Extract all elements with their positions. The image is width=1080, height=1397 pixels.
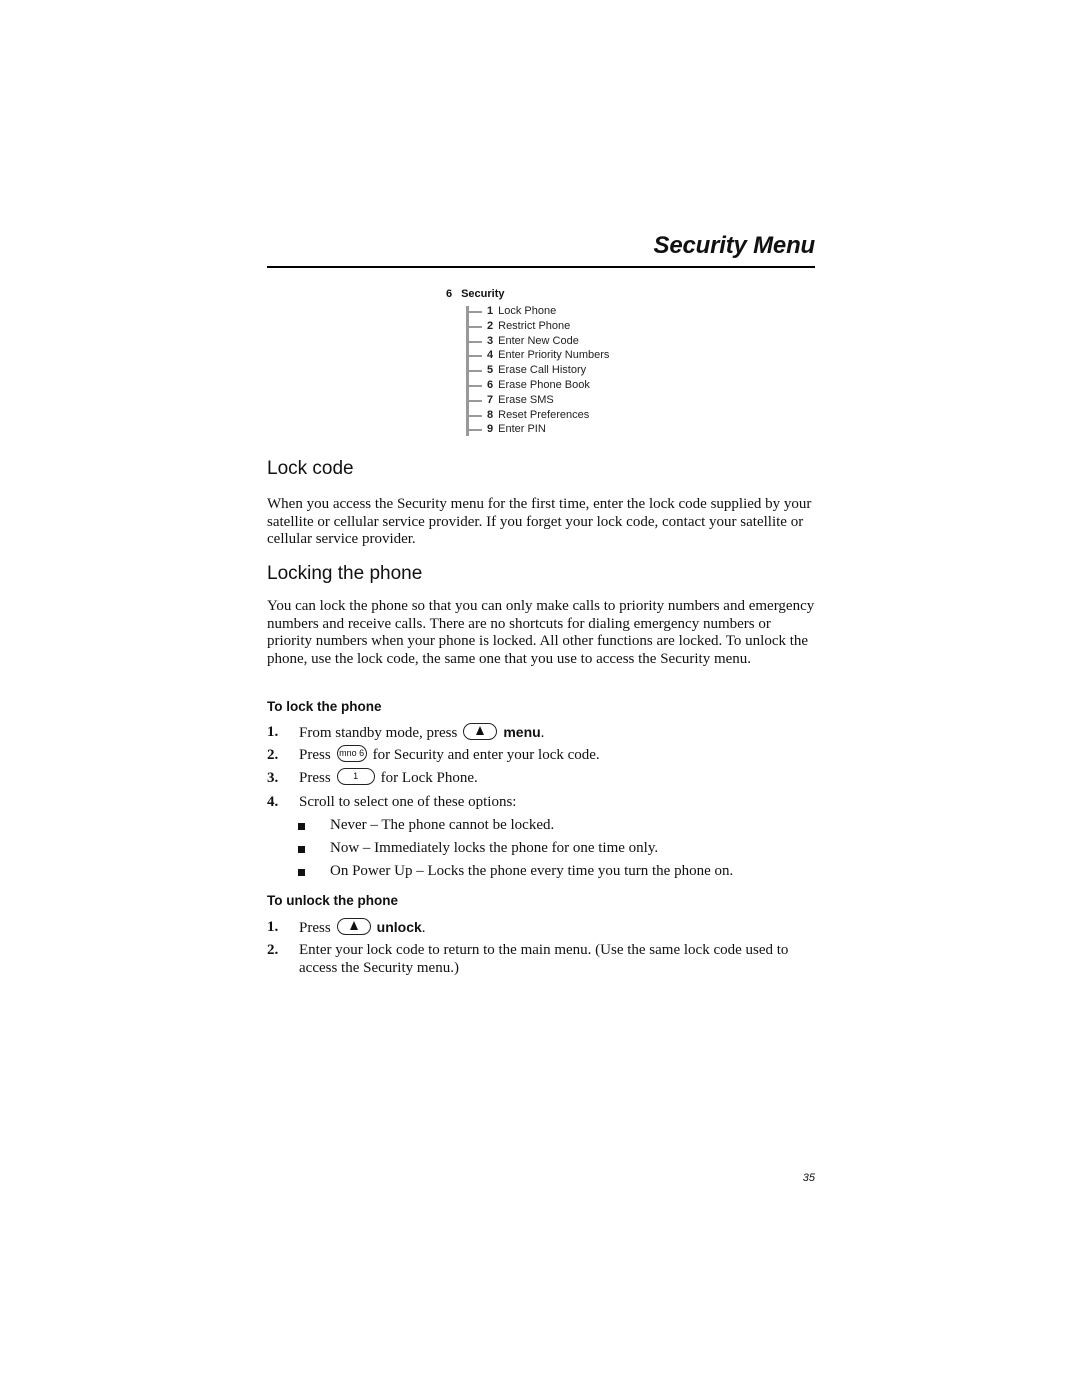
title-rule <box>267 266 815 268</box>
tree-item: 6 Erase Phone Book <box>466 378 609 393</box>
tree-item: 9 Enter PIN <box>466 422 609 437</box>
tree-item-label: Erase Call History <box>498 364 587 377</box>
tree-root: 6 Security <box>446 288 609 300</box>
tree-item-label: Lock Phone <box>498 305 557 317</box>
step-text: Press <box>299 920 331 936</box>
option-text: On Power Up – Locks the phone every time… <box>330 863 734 879</box>
step-text: Press <box>299 770 331 786</box>
tree-item-label: Reset Preferences <box>498 408 590 421</box>
tree-item-label: Erase Phone Book <box>498 378 590 391</box>
step-text: Scroll to select one of these options: <box>299 794 517 810</box>
tree-item: 4 Enter Priority Numbers <box>466 348 609 363</box>
tree-item-label: Enter PIN <box>498 423 546 436</box>
lock-step-1: 1. From standby mode, press menu. <box>267 723 827 743</box>
unlock-step-1: 1. Press unlock. <box>267 918 827 938</box>
locking-paragraph: You can lock the phone so that you can o… <box>267 598 815 667</box>
tree-branch <box>466 414 482 417</box>
tree-item-number: 7 <box>487 393 494 406</box>
tree-item-number: 3 <box>487 334 494 347</box>
lock-step-2: 2. Press mno 6 for Security and enter your… <box>267 745 827 765</box>
to-unlock-heading: To unlock the phone <box>267 893 398 908</box>
tree-item-number: 4 <box>487 349 494 362</box>
tree-branch <box>466 384 482 387</box>
tree-item-number: 2 <box>487 319 494 332</box>
step-text: . <box>421 920 426 936</box>
security-menu-tree: 6 Security 1 Lock Phone 2 Restrict Phone 3… <box>446 288 609 437</box>
tree-item-label: Enter New Code <box>498 334 579 347</box>
step-text: Press <box>299 747 331 763</box>
tree-branch <box>466 355 482 358</box>
tree-item-number: 6 <box>487 378 494 391</box>
nav-up-key-icon <box>336 918 371 936</box>
tree-item-number: 1 <box>487 305 494 317</box>
step-text: for Security and enter your lock code. <box>372 747 600 763</box>
option-never: Never – The phone cannot be locked. <box>298 817 838 835</box>
tree-branch <box>466 399 482 402</box>
tree-root-label: Security <box>461 288 505 300</box>
option-text: Now – Immediately locks the phone for on… <box>330 840 659 856</box>
unlock-step-2: 2. Enter your lock code to return to the… <box>267 942 827 977</box>
tree-item-label: Restrict Phone <box>498 319 571 332</box>
tree-item-label: Erase SMS <box>498 393 554 406</box>
tree-item: 5 Erase Call History <box>466 363 609 378</box>
bullet-square-icon <box>298 846 305 853</box>
bullet-square-icon <box>298 869 305 876</box>
page-title: Security Menu <box>653 232 816 259</box>
nav-up-key-icon <box>463 723 498 741</box>
lock-step-3: 3. Press 1 for Lock Phone. <box>267 768 827 788</box>
softkey-menu: menu <box>503 724 541 740</box>
tree-item: 1 Lock Phone <box>466 304 609 319</box>
tree-branch <box>466 325 482 328</box>
option-text: Never – The phone cannot be locked. <box>330 817 555 833</box>
page-number: 35 <box>802 1172 815 1184</box>
tree-item: 7 Erase SMS <box>466 393 609 408</box>
lock-code-paragraph: When you access the Security menu for th… <box>267 496 812 547</box>
step-text: Enter your lock code to return to the ma… <box>299 942 789 976</box>
tree-item-number: 5 <box>487 364 494 377</box>
to-lock-heading: To lock the phone <box>267 699 382 714</box>
tree-branch <box>466 429 482 432</box>
tree-item-label: Enter Priority Numbers <box>498 349 610 362</box>
tree-item: 2 Restrict Phone <box>466 319 609 334</box>
step-text: . <box>540 725 545 741</box>
tree-item: 8 Reset Preferences <box>466 408 609 423</box>
lock-code-heading: Lock code <box>267 458 354 479</box>
tree-root-number: 6 <box>446 288 453 300</box>
step-number: 2. <box>267 747 279 763</box>
tree-item-number: 9 <box>487 423 494 436</box>
softkey-unlock: unlock <box>376 919 422 935</box>
step-text: for Lock Phone. <box>380 770 478 786</box>
tree-list: 1 Lock Phone 2 Restrict Phone 3 Enter New C… <box>466 304 609 437</box>
lock-step-4: 4. Scroll to select one of these options… <box>267 794 827 812</box>
mno6-key-icon: mno 6 <box>336 745 367 763</box>
step-number: 3. <box>267 770 279 786</box>
bullet-square-icon <box>298 823 305 830</box>
one-key-icon: 1 <box>336 768 375 786</box>
step-number: 4. <box>267 794 279 810</box>
step-text: From standby mode, press <box>299 725 458 741</box>
tree-branch <box>466 370 482 373</box>
step-number: 1. <box>267 919 279 935</box>
option-now: Now – Immediately locks the phone for on… <box>298 840 838 858</box>
tree-item: 3 Enter New Code <box>466 334 609 349</box>
tree-branch <box>466 311 482 313</box>
option-power-up: On Power Up – Locks the phone every time… <box>298 863 838 881</box>
tree-item-number: 8 <box>487 408 494 421</box>
step-number: 2. <box>267 942 279 958</box>
locking-heading: Locking the phone <box>267 563 423 584</box>
tree-branch <box>466 340 482 343</box>
step-number: 1. <box>267 724 279 740</box>
